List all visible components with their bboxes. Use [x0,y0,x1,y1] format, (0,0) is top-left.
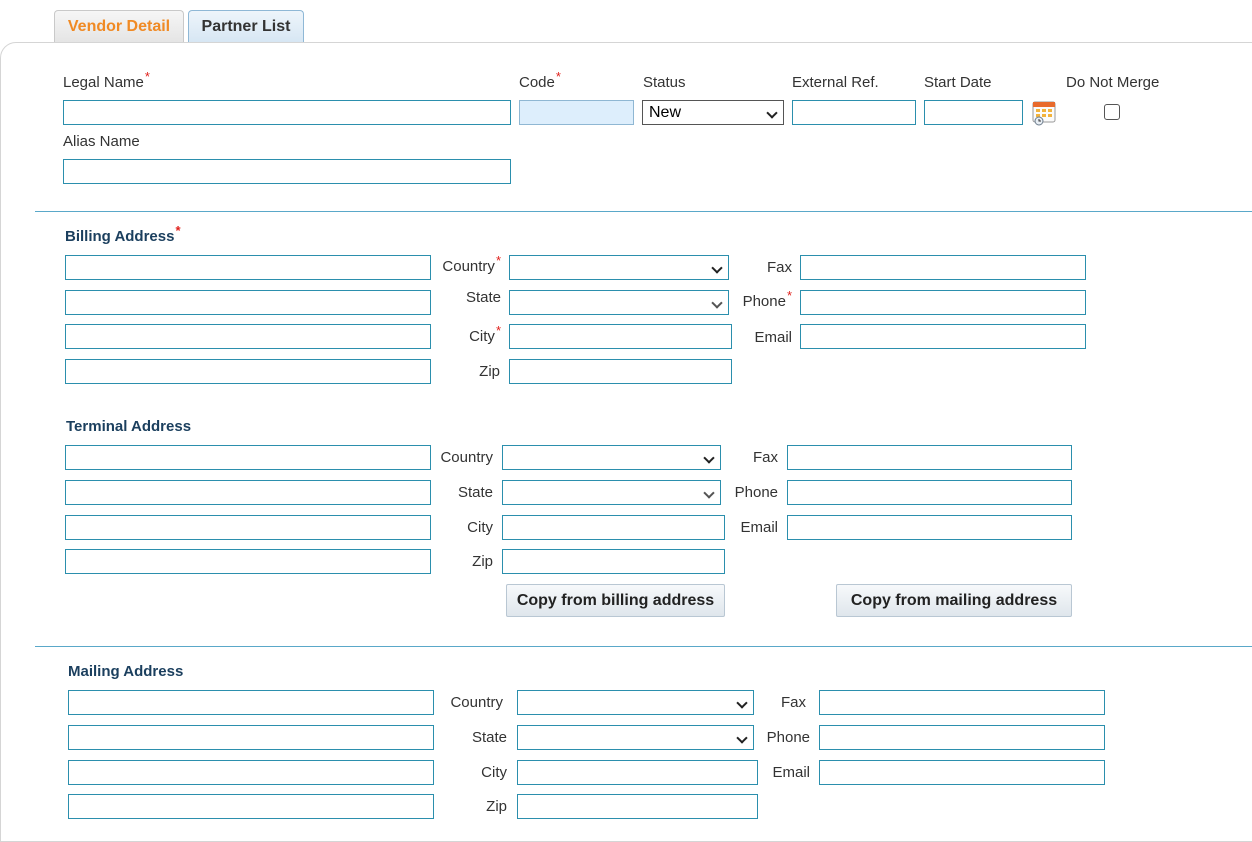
billing-phone-label: Phone* [742,288,792,310]
mailing-address-line-3[interactable] [68,760,434,785]
billing-address-line-2[interactable] [65,290,431,315]
billing-zip-input[interactable] [509,359,732,384]
billing-city-input[interactable] [509,324,732,349]
terminal-city-label: City [467,519,493,536]
alias-name-input[interactable] [63,159,511,184]
terminal-address-line-2[interactable] [65,480,431,505]
chevron-down-icon [711,297,723,309]
terminal-city-input[interactable] [502,515,725,540]
terminal-zip-input[interactable] [502,549,725,574]
mailing-country-select[interactable] [517,690,754,715]
code-label: Code* [519,69,561,91]
billing-email-label: Email [754,329,792,346]
chevron-down-icon [736,732,748,744]
mailing-country-label: Country [450,694,503,711]
mailing-phone-label: Phone [766,729,810,746]
terminal-address-line-3[interactable] [65,515,431,540]
billing-fax-label: Fax [766,259,792,276]
chevron-down-icon [711,262,723,274]
mailing-fax-label: Fax [780,694,806,711]
mailing-zip-label: Zip [486,798,507,815]
copy-from-mailing-button[interactable]: Copy from mailing address [836,584,1072,617]
mailing-email-label: Email [772,764,810,781]
external-ref-input[interactable] [792,100,916,125]
chevron-down-icon [766,107,778,119]
mailing-address-line-4[interactable] [68,794,434,819]
billing-address-line-3[interactable] [65,324,431,349]
copy-from-billing-button[interactable]: Copy from billing address [506,584,725,617]
terminal-fax-label: Fax [752,449,778,466]
status-label: Status [643,74,686,91]
terminal-address-title: Terminal Address [66,418,192,435]
code-input[interactable] [519,100,634,125]
terminal-country-select[interactable] [502,445,721,470]
billing-phone-input[interactable] [800,290,1086,315]
billing-state-select[interactable] [509,290,729,315]
terminal-phone-label: Phone [734,484,778,501]
mailing-phone-input[interactable] [819,725,1105,750]
tab-vendor-detail[interactable]: Vendor Detail [54,10,184,43]
mailing-email-input[interactable] [819,760,1105,785]
section-divider [35,211,1252,212]
billing-email-input[interactable] [800,324,1086,349]
billing-zip-label: Zip [479,363,500,380]
mailing-fax-input[interactable] [819,690,1105,715]
mailing-address-line-2[interactable] [68,725,434,750]
mailing-city-label: City [481,764,507,781]
terminal-state-label: State [457,484,493,501]
billing-address-line-1[interactable] [65,255,431,280]
chevron-down-icon [736,697,748,709]
billing-address-line-4[interactable] [65,359,431,384]
billing-city-label: City* [469,323,501,345]
terminal-address-line-4[interactable] [65,549,431,574]
terminal-zip-label: Zip [472,553,493,570]
alias-name-label: Alias Name [63,133,140,150]
do-not-merge-label: Do Not Merge [1066,74,1160,91]
mailing-address-line-1[interactable] [68,690,434,715]
mailing-state-select[interactable] [517,725,754,750]
billing-state-label: State [465,289,501,306]
section-divider [35,646,1252,647]
do-not-merge-checkbox[interactable] [1104,104,1120,120]
status-value: New [649,104,682,121]
status-select[interactable]: New [642,100,784,125]
terminal-email-input[interactable] [787,515,1072,540]
start-date-label: Start Date [924,74,992,91]
mailing-zip-input[interactable] [517,794,758,819]
billing-country-select[interactable] [509,255,729,280]
terminal-fax-input[interactable] [787,445,1072,470]
calendar-icon[interactable] [1032,100,1058,126]
billing-country-label: Country* [442,253,501,275]
legal-name-label: Legal Name* [63,69,150,91]
billing-address-title: Billing Address* [65,223,181,245]
legal-name-input[interactable] [63,100,511,125]
mailing-state-label: State [471,729,507,746]
mailing-city-input[interactable] [517,760,758,785]
terminal-state-select[interactable] [502,480,721,505]
terminal-email-label: Email [740,519,778,536]
start-date-input[interactable] [924,100,1023,125]
mailing-address-title: Mailing Address [68,663,184,680]
tab-partner-list[interactable]: Partner List [188,10,304,43]
terminal-address-line-1[interactable] [65,445,431,470]
chevron-down-icon [703,487,715,499]
terminal-country-label: Country [440,449,493,466]
terminal-phone-input[interactable] [787,480,1072,505]
external-ref-label: External Ref. [792,74,879,91]
chevron-down-icon [703,452,715,464]
billing-fax-input[interactable] [800,255,1086,280]
